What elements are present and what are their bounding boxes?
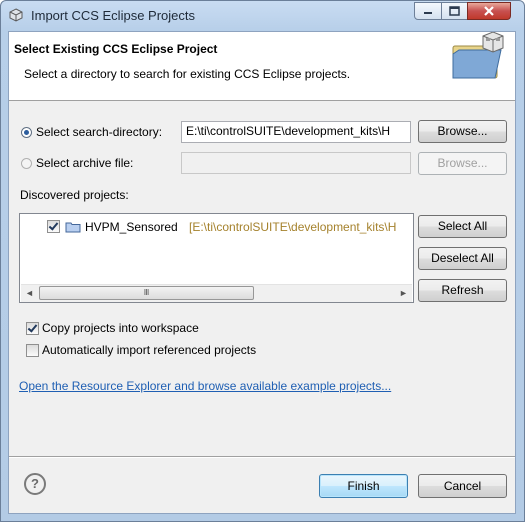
scroll-thumb[interactable]: Ⅲ [39,286,254,300]
browse-archive-button[interactable]: Browse... [418,152,507,175]
finish-button[interactable]: Finish [319,474,408,498]
archive-file-radio[interactable] [21,158,32,169]
cancel-button[interactable]: Cancel [418,474,507,498]
minimize-button[interactable] [414,2,442,20]
project-path: [E:\ti\controlSUITE\development_kits\H [189,220,397,234]
project-name: HVPM_Sensored [85,220,178,234]
select-all-button[interactable]: Select All [418,215,507,238]
resource-explorer-link[interactable]: Open the Resource Explorer and browse av… [19,379,391,393]
archive-file-label: Select archive file: [36,156,134,170]
refresh-button[interactable]: Refresh [418,279,507,302]
import-folder-icon [452,32,504,79]
header-banner: Select Existing CCS Eclipse Project Sele… [9,32,515,101]
projects-list[interactable]: HVPM_Sensored [E:\ti\controlSUITE\develo… [19,213,414,303]
window-title: Import CCS Eclipse Projects [31,8,195,23]
dialog-client-area: Select Existing CCS Eclipse Project Sele… [8,31,516,514]
title-bar[interactable]: Import CCS Eclipse Projects [1,1,524,31]
project-checkbox[interactable] [47,220,60,233]
close-button[interactable] [467,2,511,20]
help-icon[interactable]: ? [24,473,46,495]
archive-file-field[interactable] [181,152,411,174]
close-icon [484,6,494,16]
app-icon [9,8,23,22]
copy-into-workspace-label: Copy projects into workspace [42,321,199,335]
copy-into-workspace-checkbox[interactable] [26,322,39,335]
minimize-icon [424,12,432,14]
maximize-icon [449,6,460,16]
browse-directory-button[interactable]: Browse... [418,120,507,143]
maximize-button[interactable] [441,2,468,20]
search-directory-radio[interactable] [21,127,32,138]
discovered-projects-label: Discovered projects: [20,188,129,202]
auto-import-label: Automatically import referenced projects [42,343,257,357]
scroll-right-icon[interactable]: ► [395,285,412,302]
scroll-left-icon[interactable]: ◄ [21,285,38,302]
auto-import-checkbox[interactable] [26,344,39,357]
horizontal-scrollbar[interactable]: ◄ Ⅲ ► [21,284,412,302]
banner-title: Select Existing CCS Eclipse Project [14,42,218,56]
deselect-all-button[interactable]: Deselect All [418,247,507,270]
banner-subtitle: Select a directory to search for existin… [24,67,351,81]
search-directory-label: Select search-directory: [36,125,163,139]
footer-separator [9,456,515,458]
search-directory-field[interactable]: E:\ti\controlSUITE\development_kits\H [181,121,411,143]
dialog-window: Import CCS Eclipse Projects Select Exist… [0,0,525,522]
list-item[interactable]: HVPM_Sensored [E:\ti\controlSUITE\develo… [20,218,411,236]
project-folder-icon [65,222,81,233]
